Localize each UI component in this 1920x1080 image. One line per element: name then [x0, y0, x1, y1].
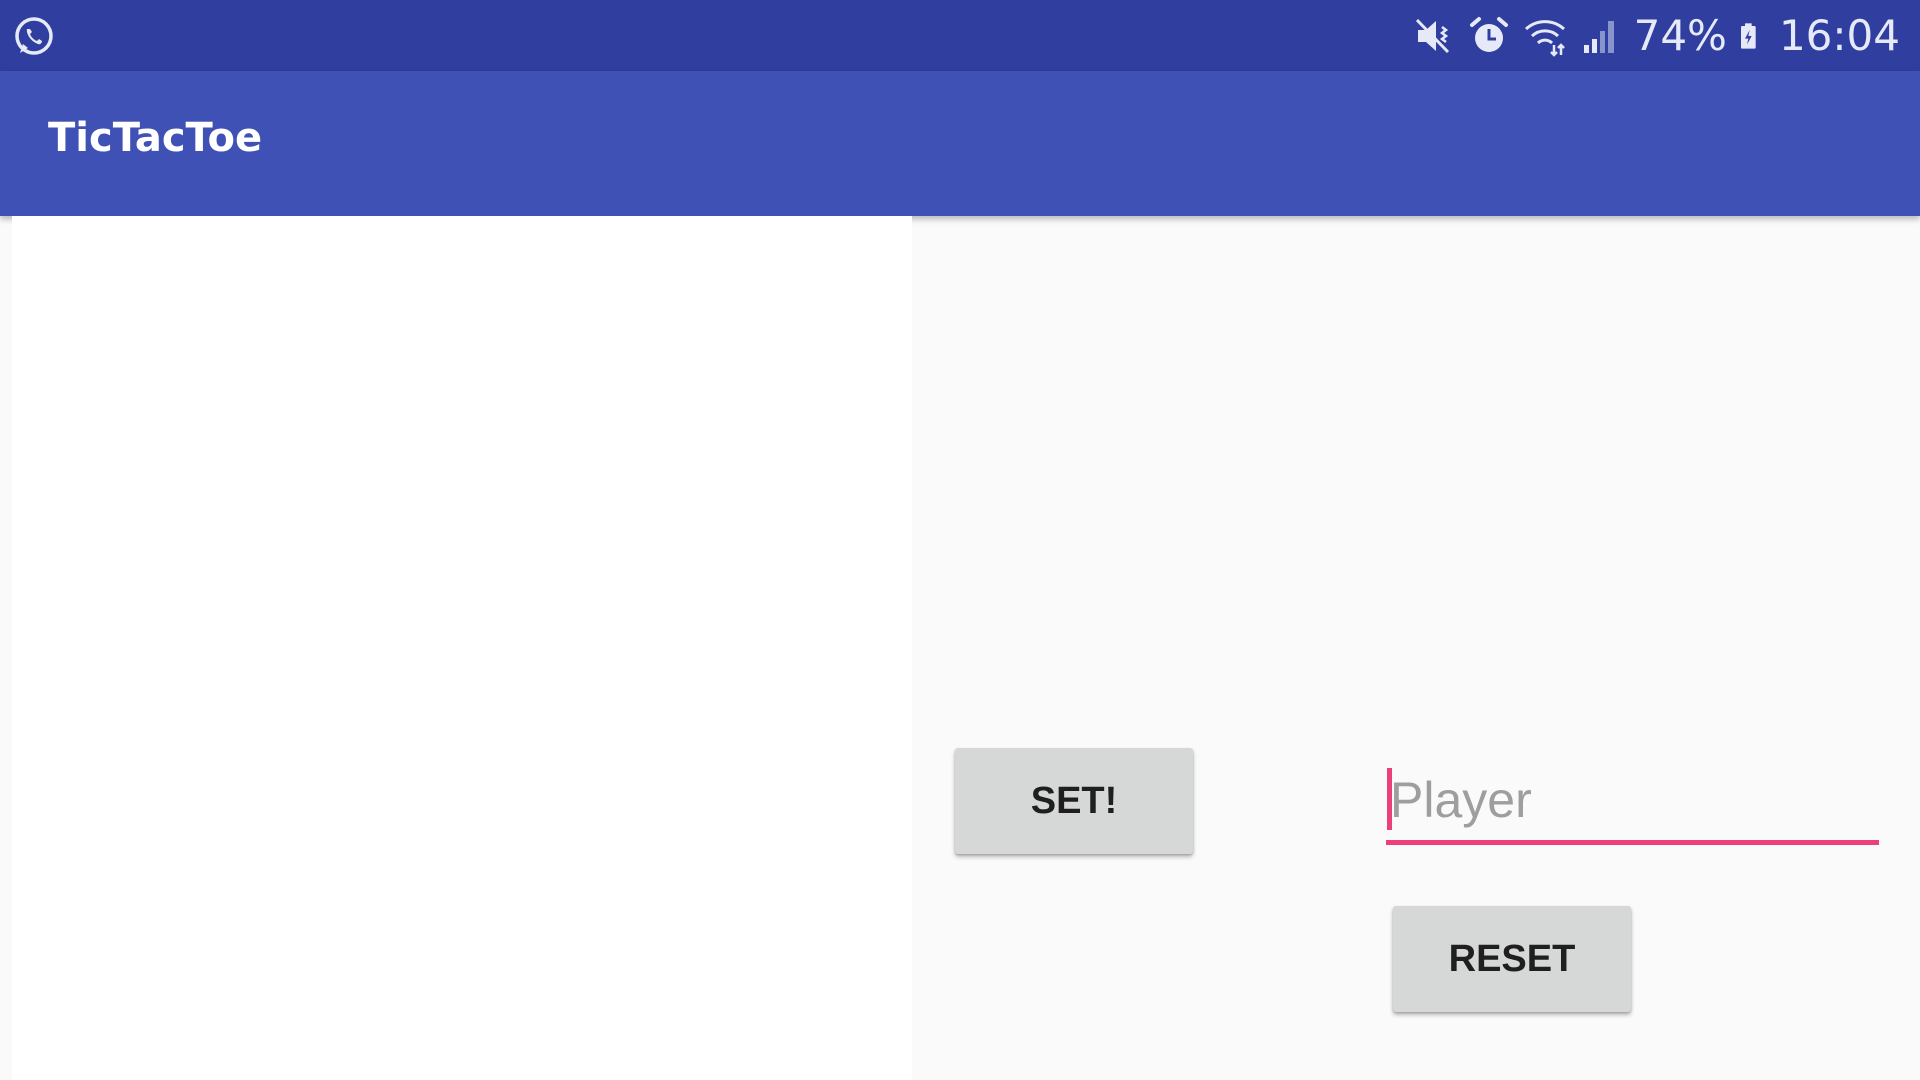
battery-charging-icon — [1740, 22, 1756, 49]
clock-time: 16:04 — [1778, 11, 1900, 60]
game-board-area[interactable] — [12, 216, 912, 1080]
status-icons: 74% 16:04 — [1414, 0, 1900, 71]
signal-icon — [1583, 20, 1614, 53]
app-bar: TicTacToe — [0, 71, 1920, 216]
app-title: TicTacToe — [48, 115, 263, 161]
whatsapp-icon — [15, 17, 53, 55]
reset-button[interactable]: RESET — [1393, 906, 1631, 1012]
status-bar: 74% 16:04 — [0, 0, 1920, 71]
player-field[interactable] — [1386, 760, 1879, 845]
alarm-icon — [1469, 16, 1508, 52]
set-button[interactable]: SET! — [955, 748, 1193, 854]
mute-icon — [1415, 18, 1449, 53]
battery-percent: 74% — [1633, 11, 1727, 60]
player-input[interactable] — [1386, 760, 1879, 840]
wifi-icon — [1524, 19, 1565, 57]
